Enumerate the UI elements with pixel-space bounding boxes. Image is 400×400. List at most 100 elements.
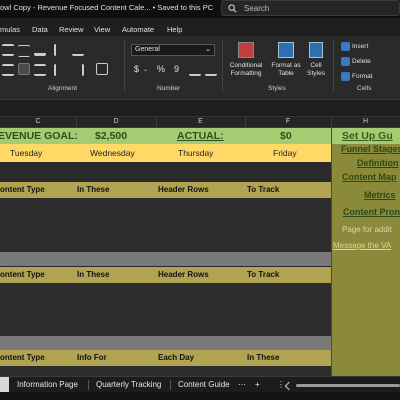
revenue-goal-value[interactable]: $2,500 [95,130,127,142]
group-number-label: Number [157,85,181,92]
divider-row[interactable] [0,252,331,266]
cell-styles-button[interactable]: Cell Styles [302,62,330,78]
tab-divider [170,380,171,390]
menu-view[interactable]: View [94,25,110,34]
tab-information-page[interactable]: Information Page [17,380,78,389]
setup-guide-title[interactable]: Set Up Gu [342,130,393,142]
column-header-c[interactable]: C [0,118,76,125]
header-cell[interactable]: Header Rows [158,270,209,279]
menu-data[interactable]: Data [32,25,48,34]
align-center-icon[interactable] [18,63,30,75]
insert-button[interactable]: Insert [352,43,368,51]
align-right-icon[interactable] [34,64,46,76]
day-wednesday[interactable]: Wednesday [90,148,135,158]
increase-decimal-icon[interactable] [189,64,201,76]
align-bottom-icon[interactable] [34,44,46,56]
tab-quarterly-tracking[interactable]: Quarterly Tracking [96,380,161,389]
header-cell[interactable]: To Track [247,185,279,194]
search-placeholder: Search [244,4,270,13]
decrease-decimal-icon[interactable] [205,64,217,76]
formula-bar[interactable] [0,100,400,117]
header-cell[interactable]: To Track [247,270,279,279]
spreadsheet-grid[interactable]: EVENUE GOAL: $2,500 ACTUAL: $0 Tuesday W… [0,128,331,376]
header-cell[interactable]: Info For [77,353,107,362]
link-metrics[interactable]: Metrics [364,190,396,200]
link-definitions[interactable]: Definition [357,158,399,168]
ribbon-separator [222,40,223,92]
ribbon: Alignment General ⌄ $ ⌄ % 9 Number Condit… [0,36,400,100]
column-header-f[interactable]: F [245,118,331,125]
header-cell[interactable]: ontent Type [0,353,45,362]
empty-rows[interactable] [0,162,331,182]
wrap-text-icon[interactable] [72,44,84,56]
menu-bar: mulas Data Review View Automate Help [0,18,400,36]
column-header-h[interactable]: H [331,118,400,125]
align-top-icon[interactable] [2,44,14,56]
menu-review[interactable]: Review [59,25,84,34]
day-tuesday[interactable]: Tuesday [10,148,42,158]
section-header-row: ontent Type Info For Each Day In These [0,350,331,366]
sheet-tab-bar: Information Page Quarterly Tracking Cont… [0,376,400,393]
delete-button[interactable]: Delete [352,58,371,66]
currency-icon[interactable]: $ [134,64,139,74]
content-rows[interactable] [0,366,331,376]
conditional-formatting-icon[interactable] [238,42,254,58]
actual-label[interactable]: ACTUAL: [177,130,224,142]
number-format-select[interactable]: General ⌄ [131,44,215,56]
title-bar: owl Copy - Revenue Focused Content Cale.… [0,0,400,18]
link-funnel-stages[interactable]: Funnel Stages [341,144,400,154]
chevron-down-icon[interactable]: ⌄ [143,66,148,73]
menu-help[interactable]: Help [167,25,182,34]
actual-value[interactable]: $0 [280,130,292,142]
header-cell[interactable]: In These [247,353,279,362]
conditional-formatting-button[interactable]: Conditional Formatting [226,62,266,78]
format-button[interactable]: Format [352,73,373,81]
menu-automate[interactable]: Automate [122,25,154,34]
tab-divider [88,380,89,390]
insert-icon[interactable] [341,42,350,51]
day-friday[interactable]: Friday [273,148,297,158]
horizontal-scrollbar[interactable] [296,384,400,387]
more-tabs-icon[interactable]: ⋯ [238,380,246,389]
add-sheet-icon[interactable]: + [255,380,260,389]
search-icon [228,4,237,13]
scroll-left-icon[interactable] [284,381,294,391]
header-cell[interactable]: Header Rows [158,185,209,194]
header-cell[interactable]: In These [77,270,109,279]
cell-styles-icon[interactable] [309,42,323,58]
merge-center-icon[interactable] [96,63,108,75]
column-header-d[interactable]: D [76,118,156,125]
content-rows[interactable] [0,198,331,252]
tab-options-icon[interactable]: ⋮ [277,380,285,389]
content-rows[interactable] [0,283,331,336]
format-as-table-button[interactable]: Format as Table [268,62,304,78]
weekday-row: Tuesday Wednesday Thursday Friday [0,144,331,162]
day-thursday[interactable]: Thursday [178,148,213,158]
increase-indent-icon[interactable] [72,64,84,76]
divider-row[interactable] [0,336,331,350]
format-as-table-icon[interactable] [278,42,294,58]
decrease-indent-icon[interactable] [54,64,66,76]
format-icon[interactable] [341,72,350,81]
column-header-e[interactable]: E [156,118,245,125]
tab-content-guide[interactable]: Content Guide [178,380,230,389]
link-content-map[interactable]: Content Map [342,172,397,182]
align-middle-icon[interactable] [18,45,30,57]
menu-formulas[interactable]: mulas [0,25,20,34]
comma-style-icon[interactable]: 9 [174,64,179,74]
revenue-goal-label[interactable]: EVENUE GOAL: [0,130,78,142]
orientation-icon[interactable] [54,44,66,56]
search-box[interactable]: Search [221,0,400,16]
header-cell[interactable]: Each Day [158,353,194,362]
percent-icon[interactable]: % [157,64,165,74]
header-cell[interactable]: ontent Type [0,185,45,194]
group-styles-label: Styles [268,85,286,92]
panel-note: Page for addit [342,225,392,234]
delete-icon[interactable] [341,57,350,66]
link-content-prompts[interactable]: Content Pron [343,207,400,217]
align-left-icon[interactable] [2,64,14,76]
active-tab-edge[interactable] [0,377,9,393]
link-message-va[interactable]: Message the VA [333,241,391,250]
header-cell[interactable]: In These [77,185,109,194]
header-cell[interactable]: ontent Type [0,270,45,279]
